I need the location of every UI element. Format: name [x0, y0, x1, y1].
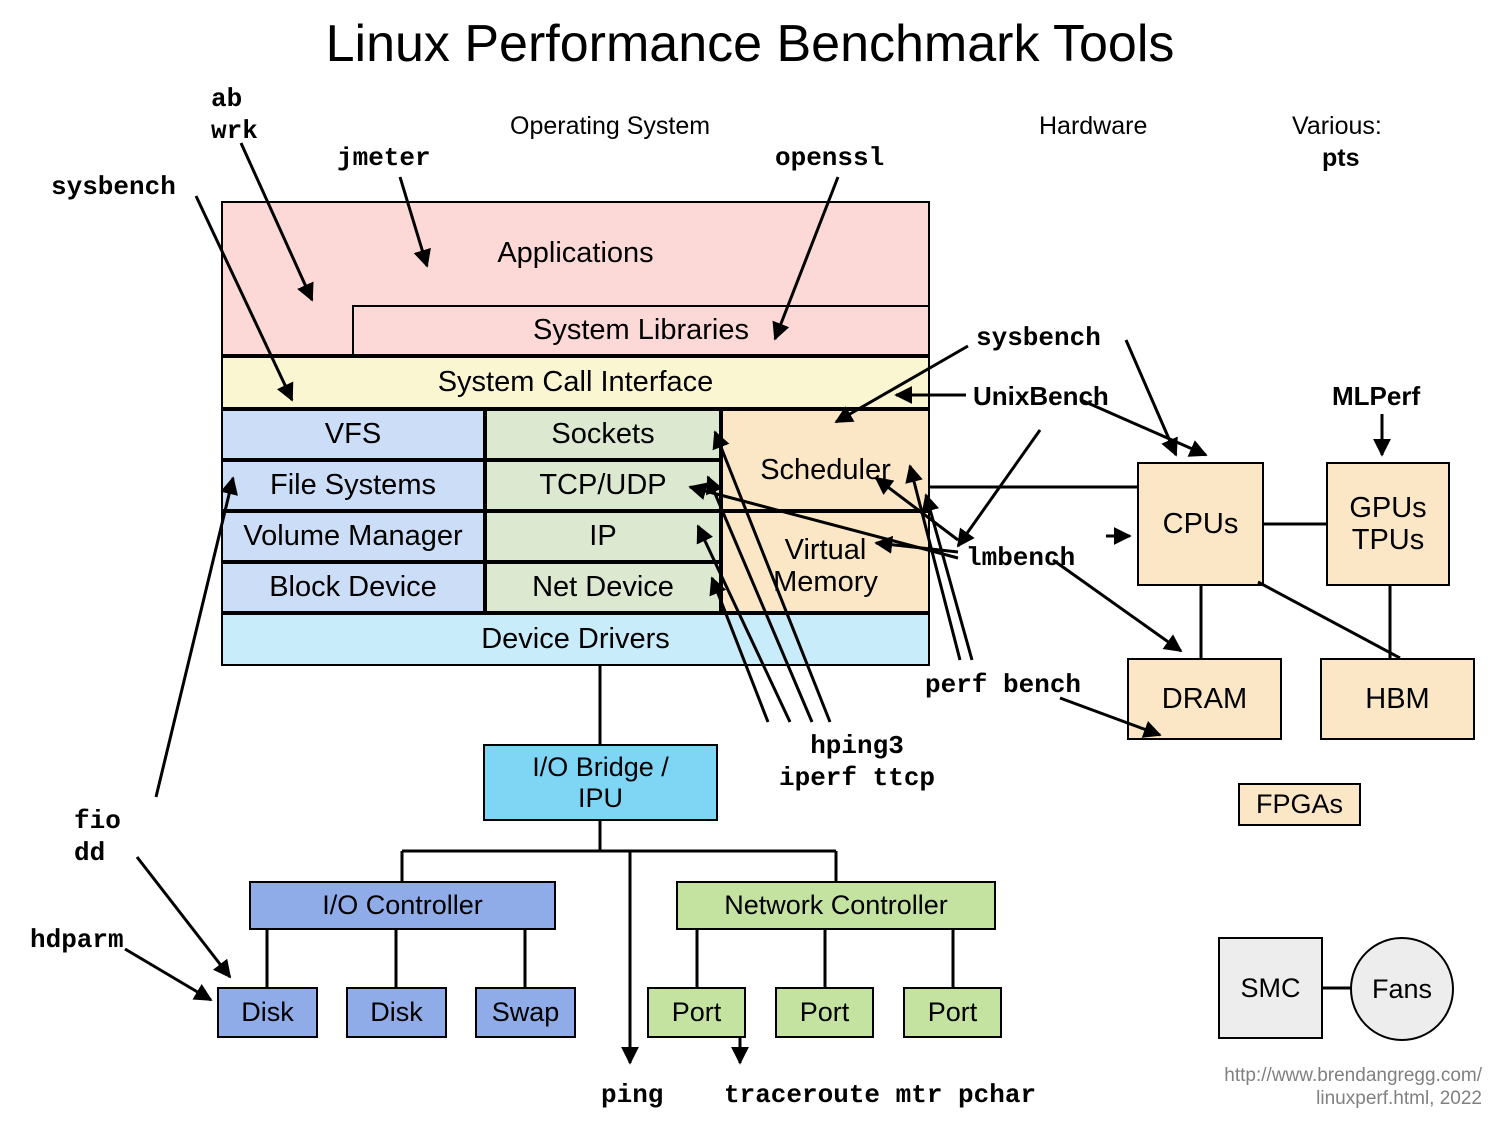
hw-box-fans-label: Fans [1371, 973, 1433, 1004]
tool-label-openssl: openssl [775, 143, 885, 173]
hw-box-smc: SMC [1218, 937, 1323, 1039]
tool-label-sysbench-right: sysbench [976, 323, 1101, 353]
io-box-controller: I/O Controller [249, 881, 556, 930]
io-box-port-2-label: Port [799, 997, 850, 1028]
os-box-system-libraries: System Libraries [352, 305, 930, 356]
section-label-operating-system: Operating System [510, 112, 711, 140]
tool-label-hping3-iperf: hping3 iperf ttcp [779, 731, 936, 793]
tool-label-pts: pts [1322, 144, 1360, 172]
tool-label-jmeter: jmeter [337, 143, 431, 173]
io-box-bridge-label: I/O Bridge / IPU [532, 752, 669, 813]
os-box-block-device: Block Device [221, 562, 485, 613]
arrow-perfbench-vm [921, 493, 974, 661]
tool-label-lmbench: lmbench [966, 543, 1076, 573]
hw-box-gpus-tpus-label: GPUs TPUs [1349, 491, 1427, 556]
os-box-file-systems: File Systems [221, 460, 485, 511]
credit-text: http://www.brendangregg.com/ linuxperf.h… [1224, 1064, 1482, 1110]
tool-label-mlperf: MLPerf [1332, 381, 1421, 411]
os-box-tcp-udp-label: TCP/UDP [539, 469, 667, 502]
tool-label-hdparm: hdparm [30, 925, 124, 955]
arrow-lmbench-sockets [956, 429, 1042, 548]
io-box-port-2: Port [775, 987, 874, 1038]
os-box-volume-manager-label: Volume Manager [243, 520, 463, 553]
hw-box-fans: Fans [1350, 937, 1454, 1041]
diagram-canvas: Linux Performance Benchmark Tools Operat… [0, 0, 1500, 1125]
tool-label-traceroute: traceroute mtr pchar [724, 1080, 1037, 1110]
hw-box-smc-label: SMC [1240, 972, 1301, 1003]
io-box-port-1-label: Port [671, 997, 722, 1028]
hw-box-hbm: HBM [1320, 658, 1475, 740]
io-box-controller-label: I/O Controller [322, 890, 483, 921]
os-box-sockets: Sockets [485, 409, 721, 460]
io-box-swap: Swap [475, 987, 576, 1038]
tool-label-sysbench-left: sysbench [51, 172, 176, 202]
io-box-bridge: I/O Bridge / IPU [483, 744, 718, 821]
os-box-scheduler: Scheduler [721, 409, 930, 511]
os-box-device-drivers-label: Device Drivers [481, 623, 670, 656]
os-box-block-device-label: Block Device [269, 571, 437, 604]
os-box-ip-label: IP [589, 520, 617, 553]
section-label-various: Various: [1292, 112, 1382, 140]
io-box-swap-label: Swap [491, 997, 560, 1028]
hw-box-hbm-label: HBM [1365, 682, 1430, 715]
os-box-device-drivers: Device Drivers [221, 613, 930, 666]
hw-box-fpgas: FPGAs [1238, 783, 1361, 826]
os-box-system-call-interface-label: System Call Interface [437, 366, 714, 399]
os-box-tcp-udp: TCP/UDP [485, 460, 721, 511]
hw-box-cpus-label: CPUs [1162, 507, 1239, 540]
io-box-network-controller: Network Controller [676, 881, 996, 930]
io-box-disk-1: Disk [217, 987, 318, 1038]
section-label-hardware: Hardware [1039, 112, 1148, 140]
io-box-network-controller-label: Network Controller [724, 890, 948, 921]
os-box-sockets-label: Sockets [551, 418, 655, 451]
hw-box-gpus-tpus: GPUs TPUs [1326, 462, 1450, 586]
tool-label-ping: ping [601, 1080, 664, 1110]
os-box-net-device-label: Net Device [532, 571, 674, 604]
io-box-disk-2: Disk [346, 987, 447, 1038]
os-box-scheduler-label: Scheduler [760, 453, 891, 486]
hw-box-cpus: CPUs [1137, 462, 1264, 586]
tool-label-fio-dd: fio dd [74, 806, 121, 868]
os-box-volume-manager: Volume Manager [221, 511, 485, 562]
os-box-system-libraries-label: System Libraries [533, 314, 749, 347]
hw-box-dram-label: DRAM [1161, 682, 1248, 715]
arrow-dd-disk [135, 856, 232, 979]
page-title: Linux Performance Benchmark Tools [325, 15, 1175, 73]
tool-label-perf-bench: perf bench [925, 670, 1082, 700]
io-box-port-3-label: Port [927, 997, 978, 1028]
hw-box-fpgas-label: FPGAs [1255, 789, 1343, 820]
connector-cpus-hbm [1257, 580, 1401, 660]
os-box-vfs: VFS [221, 409, 485, 460]
io-box-disk-2-label: Disk [370, 997, 423, 1028]
os-box-vfs-label: VFS [324, 418, 382, 451]
arrow-hdparm-disk [124, 947, 213, 1002]
arrow-sysbench-cpus [1124, 339, 1178, 457]
tool-label-ab-wrk: ab wrk [211, 84, 258, 146]
hw-box-dram: DRAM [1127, 658, 1282, 740]
os-box-virtual-memory: Virtual Memory [721, 511, 930, 613]
os-box-system-call-interface: System Call Interface [221, 356, 930, 409]
os-box-virtual-memory-label: Virtual Memory [773, 533, 878, 598]
os-box-file-systems-label: File Systems [270, 469, 436, 502]
io-box-disk-1-label: Disk [241, 997, 294, 1028]
io-box-port-3: Port [903, 987, 1002, 1038]
os-box-applications-label: Applications [497, 237, 654, 270]
os-box-net-device: Net Device [485, 562, 721, 613]
tool-label-unixbench: UnixBench [973, 381, 1109, 411]
io-box-port-1: Port [647, 987, 746, 1038]
os-box-ip: IP [485, 511, 721, 562]
